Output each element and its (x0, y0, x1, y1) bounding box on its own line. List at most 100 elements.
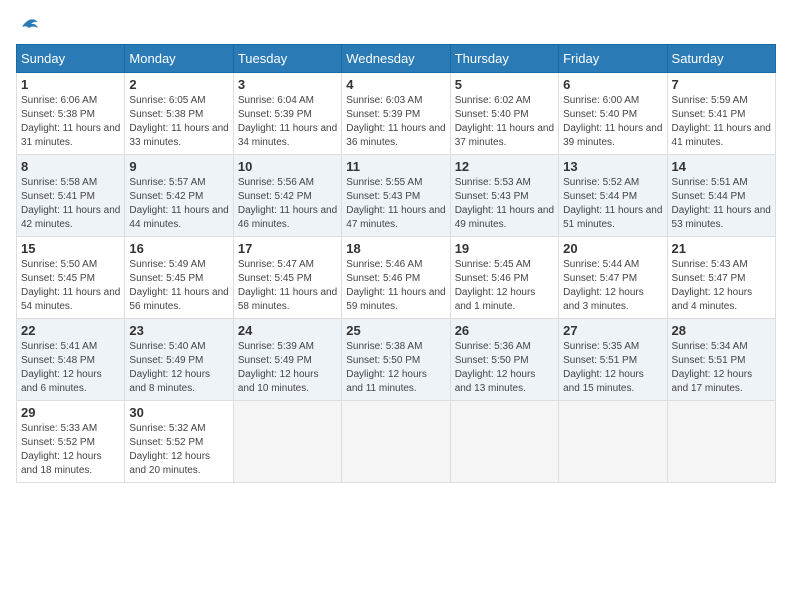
calendar-cell: 15 Sunrise: 5:50 AMSunset: 5:45 PMDayligh… (17, 237, 125, 319)
day-number: 5 (455, 77, 554, 92)
calendar-cell: 27 Sunrise: 5:35 AMSunset: 5:51 PMDayligh… (559, 319, 667, 401)
calendar-cell: 25 Sunrise: 5:38 AMSunset: 5:50 PMDayligh… (342, 319, 450, 401)
calendar-cell: 3 Sunrise: 6:04 AMSunset: 5:39 PMDaylight… (233, 73, 341, 155)
day-info: Sunrise: 5:57 AMSunset: 5:42 PMDaylight:… (129, 176, 228, 232)
column-header-thursday: Thursday (450, 45, 558, 73)
calendar-week-row: 15 Sunrise: 5:50 AMSunset: 5:45 PMDayligh… (17, 237, 776, 319)
day-number: 10 (238, 159, 337, 174)
day-info: Sunrise: 5:59 AMSunset: 5:41 PMDaylight:… (672, 94, 771, 150)
day-number: 15 (21, 241, 120, 256)
calendar-cell: 19Sunrise: 5:45 AMSunset: 5:46 PMDayligh… (450, 237, 558, 319)
day-info: Sunrise: 5:46 AMSunset: 5:46 PMDaylight:… (346, 258, 445, 314)
calendar-cell: 13 Sunrise: 5:52 AMSunset: 5:44 PMDayligh… (559, 155, 667, 237)
column-header-saturday: Saturday (667, 45, 775, 73)
calendar-cell: 22 Sunrise: 5:41 AMSunset: 5:48 PMDayligh… (17, 319, 125, 401)
day-info: Sunrise: 5:47 AMSunset: 5:45 PMDaylight:… (238, 258, 337, 314)
calendar-cell: 5 Sunrise: 6:02 AMSunset: 5:40 PMDaylight… (450, 73, 558, 155)
day-info: Sunrise: 5:53 AMSunset: 5:43 PMDaylight:… (455, 176, 554, 232)
day-info: Sunrise: 5:58 AMSunset: 5:41 PMDaylight:… (21, 176, 120, 232)
day-number: 4 (346, 77, 445, 92)
day-number: 7 (672, 77, 771, 92)
day-info: Sunrise: 5:35 AMSunset: 5:51 PMDaylight:… (563, 340, 662, 396)
day-number: 9 (129, 159, 228, 174)
day-info: Sunrise: 5:36 AMSunset: 5:50 PMDaylight:… (455, 340, 554, 396)
day-number: 1 (21, 77, 120, 92)
day-info: Sunrise: 5:32 AMSunset: 5:52 PMDaylight:… (129, 422, 228, 478)
calendar-week-row: 1 Sunrise: 6:06 AMSunset: 5:38 PMDaylight… (17, 73, 776, 155)
day-number: 24 (238, 323, 337, 338)
day-number: 11 (346, 159, 445, 174)
day-info: Sunrise: 6:00 AMSunset: 5:40 PMDaylight:… (563, 94, 662, 150)
calendar-cell: 2 Sunrise: 6:05 AMSunset: 5:38 PMDaylight… (125, 73, 233, 155)
day-info: Sunrise: 6:02 AMSunset: 5:40 PMDaylight:… (455, 94, 554, 150)
day-info: Sunrise: 5:55 AMSunset: 5:43 PMDaylight:… (346, 176, 445, 232)
day-number: 2 (129, 77, 228, 92)
day-info: Sunrise: 5:34 AMSunset: 5:51 PMDaylight:… (672, 340, 771, 396)
day-info: Sunrise: 5:50 AMSunset: 5:45 PMDaylight:… (21, 258, 120, 314)
calendar-cell (233, 401, 341, 483)
calendar-cell: 16Sunrise: 5:49 AMSunset: 5:45 PMDayligh… (125, 237, 233, 319)
calendar-cell (342, 401, 450, 483)
day-number: 22 (21, 323, 120, 338)
logo-bird-icon (18, 16, 40, 38)
day-info: Sunrise: 5:51 AMSunset: 5:44 PMDaylight:… (672, 176, 771, 232)
calendar-cell: 21 Sunrise: 5:43 AMSunset: 5:47 PMDayligh… (667, 237, 775, 319)
page-header (16, 16, 776, 34)
day-number: 29 (21, 405, 120, 420)
calendar-cell: 1 Sunrise: 6:06 AMSunset: 5:38 PMDaylight… (17, 73, 125, 155)
calendar-week-row: 22 Sunrise: 5:41 AMSunset: 5:48 PMDayligh… (17, 319, 776, 401)
day-info: Sunrise: 6:03 AMSunset: 5:39 PMDaylight:… (346, 94, 445, 150)
day-info: Sunrise: 5:41 AMSunset: 5:48 PMDaylight:… (21, 340, 120, 396)
day-number: 21 (672, 241, 771, 256)
calendar-cell: 6 Sunrise: 6:00 AMSunset: 5:40 PMDaylight… (559, 73, 667, 155)
day-info: Sunrise: 5:38 AMSunset: 5:50 PMDaylight:… (346, 340, 445, 396)
day-info: Sunrise: 6:05 AMSunset: 5:38 PMDaylight:… (129, 94, 228, 150)
day-number: 8 (21, 159, 120, 174)
day-number: 28 (672, 323, 771, 338)
day-info: Sunrise: 5:45 AMSunset: 5:46 PMDaylight:… (455, 258, 554, 314)
calendar-cell: 24Sunrise: 5:39 AMSunset: 5:49 PMDayligh… (233, 319, 341, 401)
calendar-cell: 17 Sunrise: 5:47 AMSunset: 5:45 PMDayligh… (233, 237, 341, 319)
calendar-cell: 23Sunrise: 5:40 AMSunset: 5:49 PMDayligh… (125, 319, 233, 401)
day-number: 13 (563, 159, 662, 174)
day-info: Sunrise: 5:56 AMSunset: 5:42 PMDaylight:… (238, 176, 337, 232)
calendar-cell (667, 401, 775, 483)
calendar-cell: 9 Sunrise: 5:57 AMSunset: 5:42 PMDaylight… (125, 155, 233, 237)
calendar-cell: 20Sunrise: 5:44 AMSunset: 5:47 PMDayligh… (559, 237, 667, 319)
calendar-cell: 12 Sunrise: 5:53 AMSunset: 5:43 PMDayligh… (450, 155, 558, 237)
calendar-table: SundayMondayTuesdayWednesdayThursdayFrid… (16, 44, 776, 483)
logo (16, 16, 40, 34)
day-info: Sunrise: 6:06 AMSunset: 5:38 PMDaylight:… (21, 94, 120, 150)
day-number: 12 (455, 159, 554, 174)
day-info: Sunrise: 5:33 AMSunset: 5:52 PMDaylight:… (21, 422, 120, 478)
calendar-cell: 7 Sunrise: 5:59 AMSunset: 5:41 PMDaylight… (667, 73, 775, 155)
calendar-cell: 30 Sunrise: 5:32 AMSunset: 5:52 PMDayligh… (125, 401, 233, 483)
day-number: 25 (346, 323, 445, 338)
column-header-monday: Monday (125, 45, 233, 73)
calendar-cell: 28 Sunrise: 5:34 AMSunset: 5:51 PMDayligh… (667, 319, 775, 401)
day-number: 3 (238, 77, 337, 92)
column-header-wednesday: Wednesday (342, 45, 450, 73)
day-number: 30 (129, 405, 228, 420)
calendar-cell: 18Sunrise: 5:46 AMSunset: 5:46 PMDayligh… (342, 237, 450, 319)
day-info: Sunrise: 5:43 AMSunset: 5:47 PMDaylight:… (672, 258, 771, 314)
calendar-week-row: 8 Sunrise: 5:58 AMSunset: 5:41 PMDaylight… (17, 155, 776, 237)
calendar-week-row: 29 Sunrise: 5:33 AMSunset: 5:52 PMDayligh… (17, 401, 776, 483)
calendar-cell (450, 401, 558, 483)
calendar-cell: 10 Sunrise: 5:56 AMSunset: 5:42 PMDayligh… (233, 155, 341, 237)
day-info: Sunrise: 5:40 AMSunset: 5:49 PMDaylight:… (129, 340, 228, 396)
day-number: 26 (455, 323, 554, 338)
day-number: 17 (238, 241, 337, 256)
day-number: 27 (563, 323, 662, 338)
day-number: 20 (563, 241, 662, 256)
calendar-cell: 8 Sunrise: 5:58 AMSunset: 5:41 PMDaylight… (17, 155, 125, 237)
calendar-cell: 4 Sunrise: 6:03 AMSunset: 5:39 PMDaylight… (342, 73, 450, 155)
column-header-friday: Friday (559, 45, 667, 73)
day-info: Sunrise: 5:52 AMSunset: 5:44 PMDaylight:… (563, 176, 662, 232)
day-info: Sunrise: 5:49 AMSunset: 5:45 PMDaylight:… (129, 258, 228, 314)
calendar-header-row: SundayMondayTuesdayWednesdayThursdayFrid… (17, 45, 776, 73)
day-info: Sunrise: 6:04 AMSunset: 5:39 PMDaylight:… (238, 94, 337, 150)
column-header-tuesday: Tuesday (233, 45, 341, 73)
day-number: 6 (563, 77, 662, 92)
calendar-cell: 26 Sunrise: 5:36 AMSunset: 5:50 PMDayligh… (450, 319, 558, 401)
